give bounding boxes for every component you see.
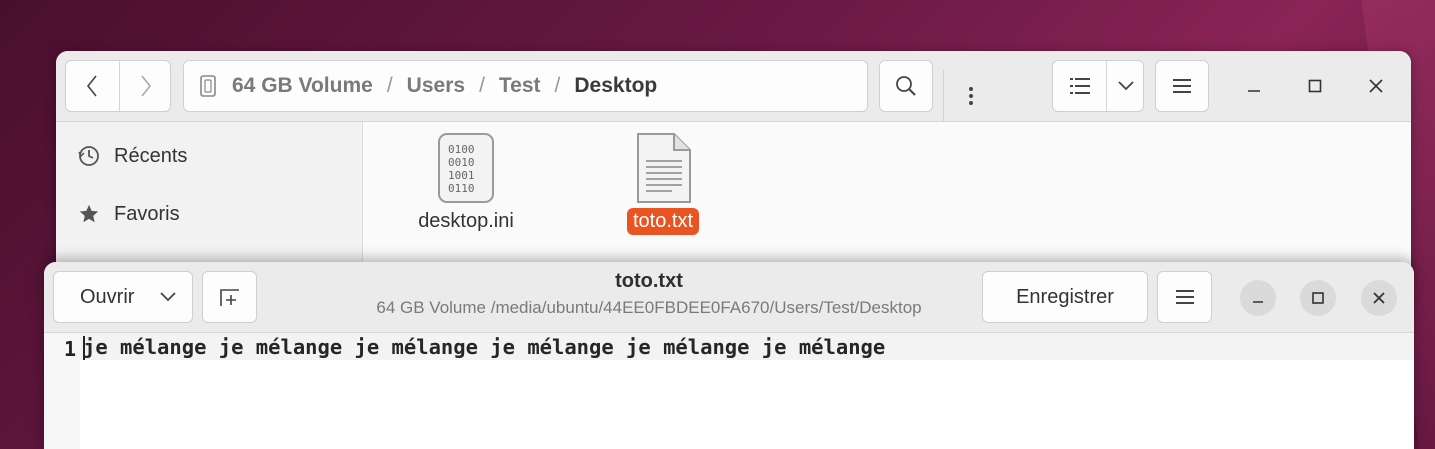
forward-button[interactable] xyxy=(120,61,172,111)
open-button-label: Ouvrir xyxy=(80,285,135,308)
close-button[interactable] xyxy=(1361,280,1397,316)
minimize-icon xyxy=(1248,90,1260,92)
drive-icon xyxy=(200,75,216,97)
close-icon xyxy=(1369,79,1383,93)
maximize-button[interactable] xyxy=(1300,71,1330,101)
chevron-down-icon xyxy=(160,292,176,302)
path-menu-button[interactable] xyxy=(943,70,997,122)
new-tab-button[interactable] xyxy=(202,271,257,323)
line-number: 1 xyxy=(63,337,76,361)
sidebar-item-recents[interactable]: Récents xyxy=(76,141,187,171)
file-name-selected: toto.txt xyxy=(626,208,700,235)
path-segment[interactable]: Users xyxy=(407,74,465,98)
search-icon xyxy=(896,76,916,96)
document-path: 64 GB Volume /media/ubuntu/44EE0FBDEE0FA… xyxy=(376,298,922,317)
text-editor-window: Ouvrir toto.txt 64 GB Volume /media/ubun… xyxy=(44,262,1414,449)
sidebar-item-label: Favoris xyxy=(114,202,180,225)
minimize-icon xyxy=(1253,301,1263,303)
path-bar[interactable]: 64 GB Volume / Users / Test / Desktop xyxy=(183,60,973,122)
hamburger-icon xyxy=(1173,79,1191,93)
path-separator: / xyxy=(554,74,561,97)
editor-headerbar: Ouvrir toto.txt 64 GB Volume /media/ubun… xyxy=(44,262,1414,333)
sidebar-item-favorites[interactable]: Favoris xyxy=(76,199,180,229)
svg-text:1001: 1001 xyxy=(448,169,475,182)
more-vertical-icon xyxy=(968,87,973,105)
path-segment[interactable]: 64 GB Volume xyxy=(232,74,373,98)
path-segment[interactable]: Test xyxy=(499,74,541,98)
document-title: toto.txt xyxy=(615,270,683,292)
list-view-button[interactable] xyxy=(1053,61,1106,111)
svg-text:0100: 0100 xyxy=(448,143,475,156)
maximize-icon xyxy=(1308,79,1322,93)
main-menu-button[interactable] xyxy=(1155,60,1209,112)
binary-file-icon: 0100001010010110 xyxy=(438,133,494,203)
file-item-toto-txt[interactable]: toto.txt xyxy=(604,133,722,235)
new-tab-icon xyxy=(219,289,239,306)
open-button[interactable]: Ouvrir xyxy=(53,271,193,323)
text-file-icon xyxy=(637,133,691,203)
chevron-down-icon xyxy=(1118,81,1134,91)
save-button[interactable]: Enregistrer xyxy=(982,271,1148,323)
files-headerbar: 64 GB Volume / Users / Test / Desktop xyxy=(56,51,1411,122)
clock-icon xyxy=(76,143,102,169)
chevron-left-icon xyxy=(86,75,97,97)
svg-text:0010: 0010 xyxy=(448,156,475,169)
navigation-buttons xyxy=(65,60,171,112)
back-button[interactable] xyxy=(66,61,118,111)
chevron-right-icon xyxy=(141,75,152,97)
editor-menu-button[interactable] xyxy=(1157,271,1212,323)
search-button[interactable] xyxy=(879,60,933,112)
minimize-button[interactable] xyxy=(1239,71,1269,101)
sidebar-item-label: Récents xyxy=(114,144,188,167)
close-button[interactable] xyxy=(1361,71,1391,101)
path-separator: / xyxy=(386,74,393,97)
close-icon xyxy=(1373,292,1385,304)
view-buttons xyxy=(1052,60,1144,112)
maximize-button[interactable] xyxy=(1300,280,1336,316)
svg-text:0110: 0110 xyxy=(448,182,475,195)
list-view-icon xyxy=(1069,78,1090,94)
text-cursor xyxy=(83,336,85,360)
star-icon xyxy=(76,201,102,227)
path-separator: / xyxy=(479,74,485,97)
maximize-icon xyxy=(1312,292,1324,304)
minimize-button[interactable] xyxy=(1240,280,1276,316)
text-line[interactable]: je mélange je mélange je mélange je méla… xyxy=(83,335,885,359)
hamburger-icon xyxy=(1175,290,1194,304)
file-name: desktop.ini xyxy=(418,210,514,232)
path-segment-current[interactable]: Desktop xyxy=(574,74,657,98)
view-options-button[interactable] xyxy=(1107,61,1145,111)
file-item-desktop-ini[interactable]: 0100 0010 1001 0110 desktop.ini xyxy=(402,133,530,235)
